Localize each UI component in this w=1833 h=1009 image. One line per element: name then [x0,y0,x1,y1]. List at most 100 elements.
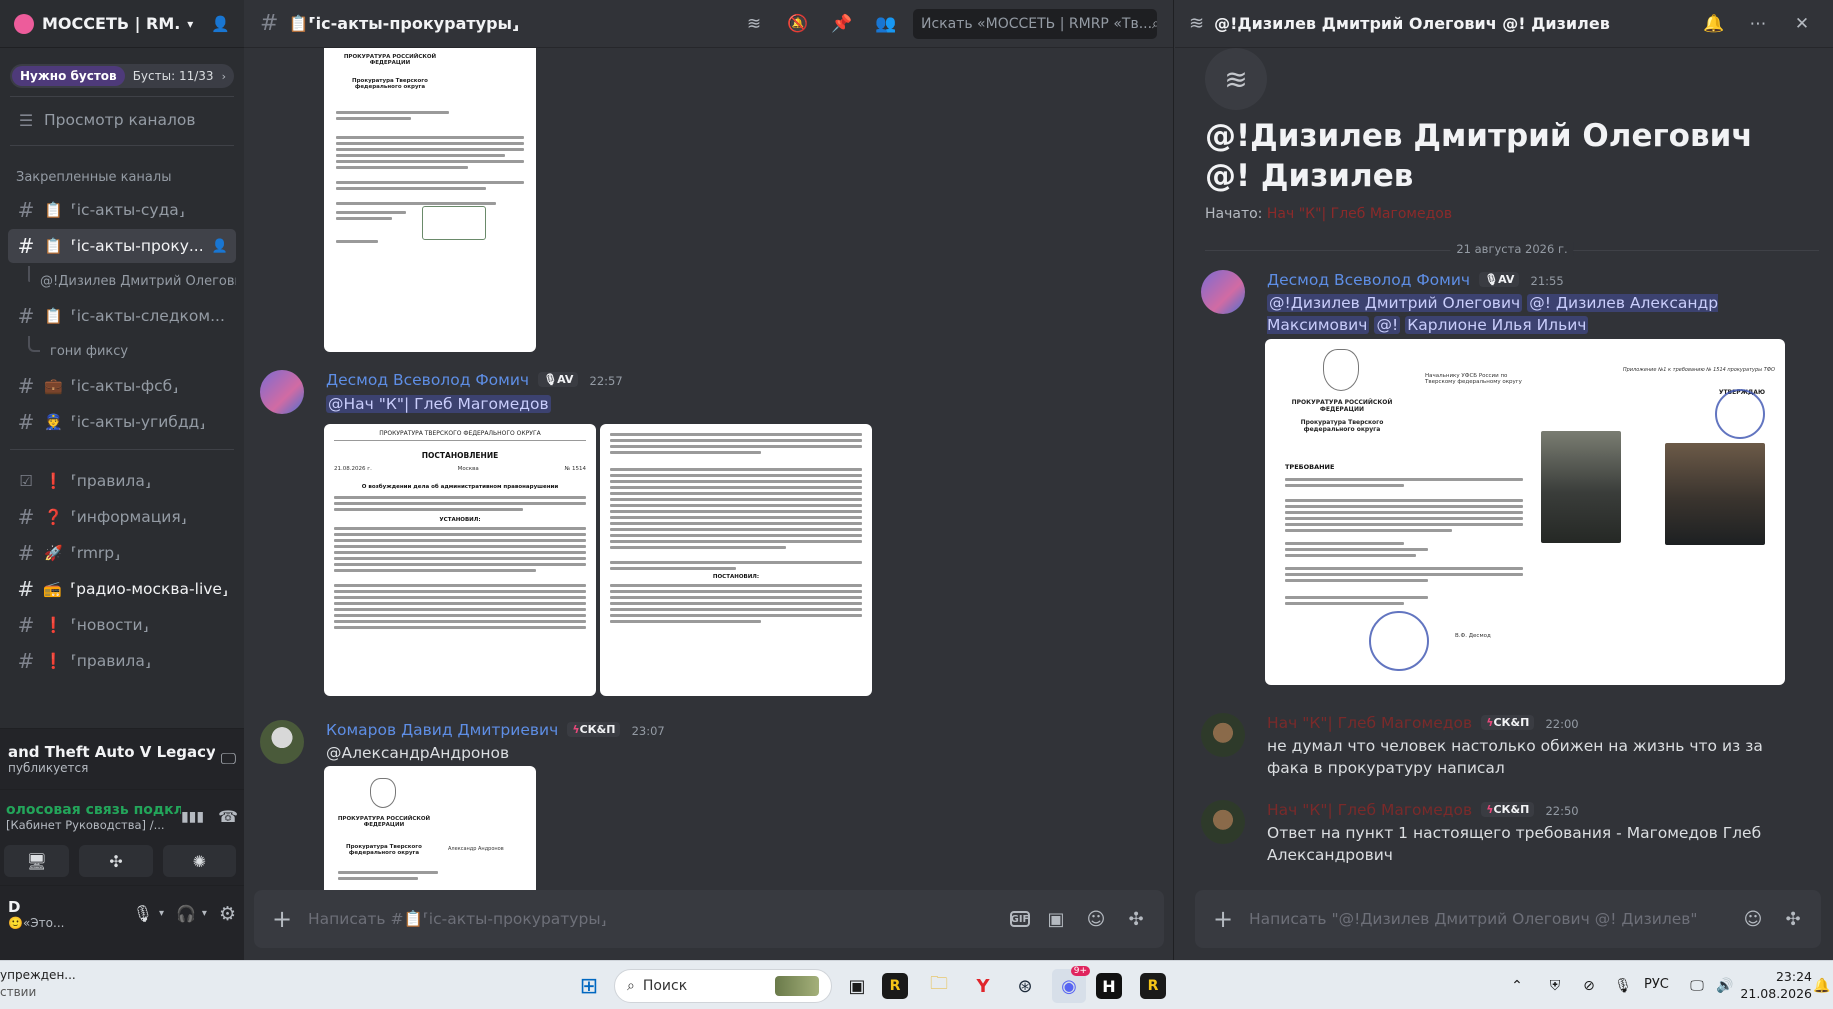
disconnect-icon[interactable]: ☎ [218,807,238,826]
notification-preview[interactable]: упрежден... ствии [0,967,120,1001]
server-header[interactable]: МОССЕТЬ | RM... ▾ 👤 [0,0,244,48]
thread-item-fix[interactable]: гони фиксу [28,335,236,367]
author-name[interactable]: Нач "К"| Глеб Магомедов [1267,714,1472,732]
avatar[interactable] [260,720,304,764]
message-composer[interactable]: + Написать #📋⸢іс-акты-прокуратуры⸥ GIF ▣… [254,890,1164,948]
attachment-document-3[interactable]: ПОСТАНОВИЛ: [600,424,872,696]
channel-rules[interactable]: ☑ ❗ ⸢правила⸥ [8,464,236,498]
doc-annex: Приложение №1 к требованию № 1514 прокур… [1622,367,1775,373]
add-attachment-icon[interactable]: + [1209,905,1237,933]
emoji-icon[interactable]: ☺ [1082,905,1110,933]
clipboard-icon: 📋 [44,307,63,325]
network-off-icon[interactable]: ⊘ [1572,969,1606,1003]
main-chat: # 📋⸢іс-акты-прокуратуры⸥ ≋ 🔕 📌 👥 Искать … [244,0,1174,960]
channel-label: ⸢правила⸥ [70,472,151,490]
channel-is-acts-ugibdd[interactable]: # 👮 ⸢іс-акты-угибдд⸥ [8,405,236,439]
avatar[interactable] [1201,800,1245,844]
browse-channels[interactable]: ☰ Просмотр каналов [8,103,236,137]
invite-icon[interactable]: 👤 [211,15,230,33]
avatar[interactable] [1201,270,1245,314]
channel-rules-2[interactable]: # ❗ ⸢правила⸥ [8,644,236,678]
composer-placeholder[interactable]: Написать "@!Дизилев Дмитрий Олегович @! … [1249,910,1727,928]
yandex-browser-icon[interactable]: Y [966,969,1000,1003]
chevron-down-icon[interactable]: ▾ [159,908,164,919]
add-attachment-icon[interactable]: + [268,905,296,933]
author-name[interactable]: Нач "К"| Глеб Магомедов [1267,801,1472,819]
channel-radio[interactable]: # 📻 ⸢радио-москва-live⸥ [8,572,236,606]
signal-icon[interactable]: ▮▮▮ [181,809,204,825]
more-icon[interactable]: ⋯ [1745,11,1771,37]
start-user[interactable]: Нач "К"| Глеб Магомедов [1267,206,1452,222]
sticker-icon[interactable]: ▣ [1042,905,1070,933]
user-mention[interactable]: @Нач "К"| Глеб Магомедов [326,395,551,413]
channel-is-acts-fsb[interactable]: # 💼 ⸢іс-акты-фсб⸥ [8,369,236,403]
chevron-up-icon[interactable]: ⌃ [1500,969,1534,1003]
close-icon[interactable]: ✕ [1789,11,1815,37]
chevron-down-icon[interactable]: ▾ [202,908,207,919]
soundboard-button[interactable]: ✺ [162,845,237,877]
channel-info[interactable]: # ❓ ⸢информация⸥ [8,500,236,534]
attachment-document-1[interactable]: ПРОКУРАТУРА РОССИЙСКОЙ ФЕДЕРАЦИИ Прокура… [324,48,536,352]
pin-icon[interactable]: 📌 [829,11,855,37]
voice-channel[interactable]: [Кабинет Руководства] /... [6,818,181,832]
discord-icon[interactable]: ◉ 9+ [1052,966,1090,1003]
thread-item-dizilev[interactable]: @!Дизилев Дмитрий Олегови [28,265,236,297]
chevron-down-icon[interactable]: ▾ [187,17,193,31]
channel-is-acts-investigative[interactable]: # 📋 ⸢іс-акты-следком... [8,299,236,333]
thread-composer[interactable]: + Написать "@!Дизилев Дмитрий Олегович @… [1195,890,1821,948]
apps-icon[interactable]: ✣ [1122,905,1150,933]
activities-button[interactable]: ✣ [79,845,153,877]
attachment-document-2[interactable]: ПРОКУРАТУРА ТВЕРСКОГО ФЕДЕРАЛЬНОГО ОКРУГ… [324,424,596,696]
members-icon[interactable]: 👥 [873,11,899,37]
tray-app-icon[interactable]: ⛨ [1538,969,1572,1003]
search-input[interactable]: Искать «МОССЕТЬ | RMRP «Тв... ⌕ [913,8,1157,39]
composer-placeholder[interactable]: Написать #📋⸢іс-акты-прокуратуры⸥ [308,910,998,928]
apps-icon[interactable]: ✣ [1779,905,1807,933]
language-indicator[interactable]: РУС [1644,977,1669,992]
microphone-icon[interactable]: 🎙 [133,904,153,923]
boost-bar[interactable]: Нужно бустов Бусты: 11/33 › [10,64,234,88]
bell-icon[interactable]: 🔔 [1701,11,1727,37]
user-mention[interactable]: @! [1374,316,1401,334]
screen-share-button[interactable]: 🖥 [4,845,70,877]
author-name[interactable]: Десмод Всеволод Фомич [326,371,529,389]
user-name[interactable]: D [8,898,133,916]
volume-icon[interactable]: 🔊 [1708,969,1742,1003]
stream-icon[interactable]: 🖵 [221,749,236,769]
channel-is-acts-court[interactable]: # 📋 ⸢іс-акты-суда⸥ [8,193,236,227]
doc-city: Москва [457,466,479,472]
activity-row: and Theft Auto V Legacy публикуется 🖵 [0,729,244,789]
author-name[interactable]: Комаров Давид Дмитриевич [326,721,558,739]
emoji-icon[interactable]: ☺ [1739,905,1767,933]
author-name[interactable]: Десмод Всеволод Фомич [1267,271,1470,289]
app-r-icon[interactable]: R [882,973,908,999]
start-icon[interactable]: ⊞ [572,969,606,1003]
attachment-document-4[interactable]: ПРОКУРАТУРА РОССИЙСКОЙ ФЕДЕРАЦИИ Прокура… [324,766,536,890]
threads-icon[interactable]: ≋ [741,11,767,37]
channel-rmrp[interactable]: # 🚀 ⸢rmrp⸥ [8,536,236,570]
notifications-icon[interactable]: 🔔 [1812,969,1832,1003]
channel-news[interactable]: # ❗ ⸢новости⸥ [8,608,236,642]
channel-is-acts-prosecutor[interactable]: # 📋 ⸢іс-акты-проку... 👤 [8,229,236,263]
user-mention[interactable]: Карлионе Илья Ильич [1405,316,1589,334]
file-explorer-icon[interactable]: 🗀 [922,969,956,1003]
mute-bell-icon[interactable]: 🔕 [785,11,811,37]
avatar[interactable] [1201,713,1245,757]
attachment-requirement[interactable]: ПРОКУРАТУРА РОССИЙСКОЙ ФЕДЕРАЦИИ Прокура… [1265,339,1785,685]
gif-icon[interactable]: GIF [1010,911,1030,927]
gear-icon[interactable]: ⚙ [219,903,236,925]
clock[interactable]: 23:24 21.08.2026 [1740,968,1812,1002]
user-mention[interactable]: @!Дизилев Дмитрий Олегович [1267,294,1523,312]
add-member-icon[interactable]: 👤 [212,239,228,254]
divider [10,449,234,450]
taskbar-search[interactable]: ⌕ Поиск [614,969,832,1003]
microphone-icon[interactable]: 🎙 [1606,969,1640,1003]
hash-icon: # [260,11,279,36]
app-r2-icon[interactable]: R [1140,973,1166,999]
hash-icon: # [17,374,35,398]
app-h-icon[interactable]: H [1096,973,1122,999]
headphones-icon[interactable]: 🎧 [176,904,196,923]
task-view-icon[interactable]: ▣ [840,969,874,1003]
avatar[interactable] [260,370,304,414]
steam-icon[interactable]: ⊛ [1008,969,1042,1003]
